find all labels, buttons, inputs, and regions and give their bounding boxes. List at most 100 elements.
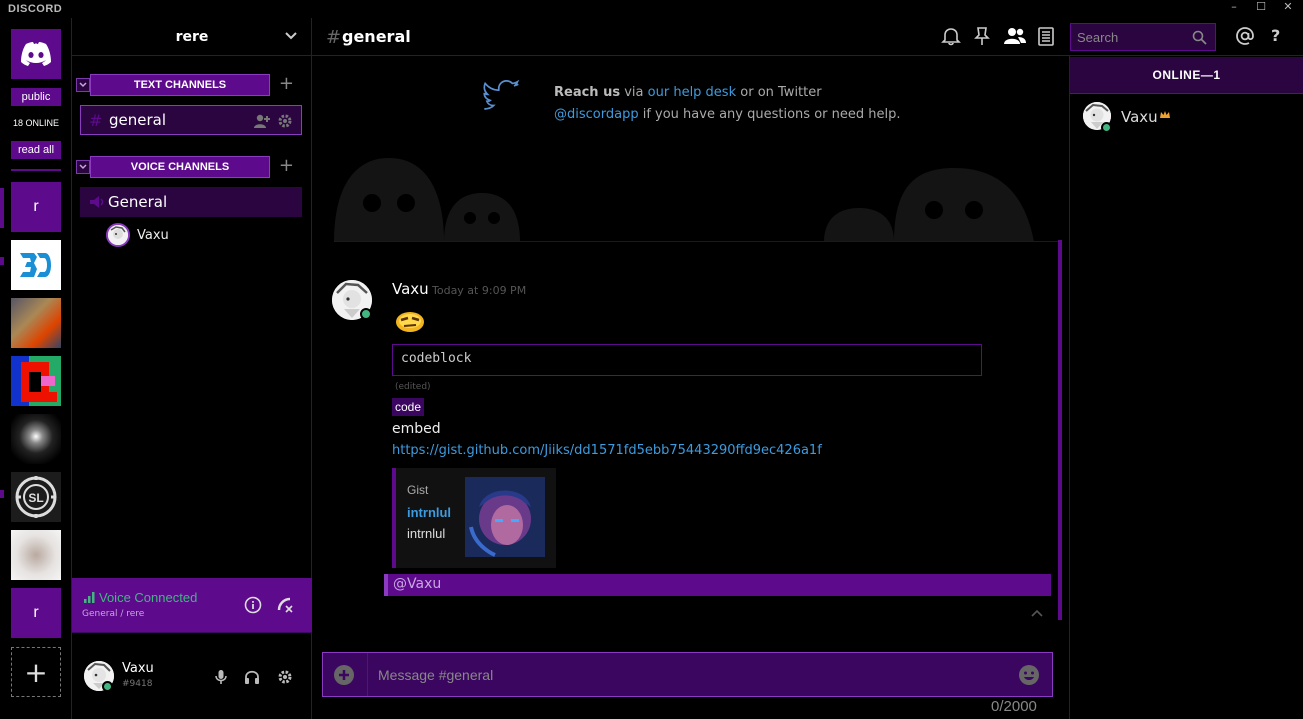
gear-icon[interactable] — [277, 113, 293, 129]
mascot-illustration — [334, 158, 1034, 242]
server-avatar-3[interactable] — [11, 356, 61, 406]
discord-logo-icon — [21, 42, 51, 66]
members-icon[interactable] — [1003, 26, 1027, 46]
member-list: ONLINE—1 Vaxu — [1069, 56, 1303, 719]
collapse-icon[interactable] — [76, 160, 90, 174]
add-server-button[interactable]: + — [11, 647, 61, 697]
composer-divider — [367, 653, 368, 696]
guild-name: rere — [175, 28, 209, 45]
twitter-handle-link[interactable]: @discordapp — [554, 107, 639, 122]
message-author[interactable]: Vaxu — [392, 280, 429, 298]
minimize-button[interactable]: – — [1224, 0, 1244, 14]
server-r-2[interactable]: r — [11, 588, 61, 638]
help-desk-link[interactable]: our help desk — [648, 85, 736, 100]
online-count: 18 ONLINE — [12, 118, 60, 128]
server-selected-marker — [0, 188, 4, 228]
edited-marker: (edited) — [395, 382, 431, 392]
emoji-picker-icon[interactable] — [1018, 664, 1040, 686]
welcome-tail-text: if you have any questions or need help. — [642, 107, 901, 122]
app-brand: DISCORD — [8, 3, 63, 15]
twitter-icon — [483, 80, 520, 110]
voice-user[interactable]: Vaxu — [106, 223, 169, 247]
member-name: Vaxu — [1121, 108, 1158, 126]
collapse-icon[interactable] — [76, 78, 90, 92]
guild-header[interactable]: rere — [72, 18, 312, 56]
chat-area: # general ? Reach us via our help desk o… — [312, 18, 1303, 719]
online-status-icon — [102, 681, 113, 692]
close-button[interactable]: ✕ — [1278, 0, 1298, 14]
crown-icon — [1160, 111, 1170, 118]
character-counter: 0/2000 — [991, 698, 1037, 715]
username: Vaxu — [122, 661, 154, 676]
reach-us-text: Reach us — [554, 85, 621, 100]
message-composer — [322, 652, 1053, 697]
member-group-header: ONLINE—1 — [1070, 57, 1303, 94]
embed-provider: Gist — [407, 483, 429, 497]
read-all-button[interactable]: read all — [11, 141, 61, 159]
headphones-icon[interactable] — [244, 669, 260, 685]
channel-sidebar: rere TEXT CHANNELS + # general VOICE CHA… — [72, 18, 312, 719]
hash-icon: # — [326, 27, 342, 48]
voice-status: Voice Connected — [99, 590, 198, 605]
embed-thumbnail[interactable] — [465, 477, 545, 557]
3d-logo-icon — [20, 253, 51, 277]
via-text: via — [624, 85, 644, 100]
member-item[interactable]: Vaxu — [1083, 102, 1293, 134]
svg-text:SL: SL — [28, 491, 43, 505]
link-embed: Gist intrnlul intrnlul — [392, 468, 556, 568]
maximize-button[interactable]: ☐ — [1251, 0, 1271, 14]
home-button[interactable] — [11, 29, 61, 79]
add-channel-icon[interactable]: + — [279, 73, 294, 94]
custom-emoji-icon — [396, 312, 424, 332]
server-r[interactable]: r — [11, 182, 61, 232]
voice-connected-panel: Voice Connected General / rere — [72, 578, 312, 632]
disconnect-icon[interactable] — [276, 596, 294, 614]
pixel-art-icon — [11, 356, 61, 406]
message-input[interactable] — [378, 663, 978, 687]
category-label: TEXT CHANNELS — [90, 74, 270, 96]
message-timestamp: Today at 9:09 PM — [432, 284, 527, 297]
user-panel: Vaxu #9418 — [72, 632, 312, 719]
code-block: codeblock — [392, 344, 982, 376]
voice-channel-general[interactable]: General — [80, 187, 302, 217]
server-sl[interactable]: SL — [11, 472, 61, 522]
server-3d[interactable] — [11, 240, 61, 290]
voice-location: General / rere — [82, 609, 145, 619]
category-text-channels[interactable]: TEXT CHANNELS + — [76, 73, 300, 96]
search-input[interactable] — [1071, 24, 1191, 50]
channel-general[interactable]: # general — [80, 105, 302, 135]
scrollbar[interactable] — [1058, 240, 1062, 620]
server-avatar-2[interactable] — [11, 298, 61, 348]
user-tag: #9418 — [122, 679, 153, 689]
message-link[interactable]: https://gist.github.com/Jiiks/dd1571fd5e… — [392, 443, 822, 458]
microphone-icon[interactable] — [214, 669, 228, 685]
voice-channel-name: General — [108, 193, 168, 211]
scp-sl-logo-icon: SL — [15, 476, 57, 518]
notes-icon[interactable] — [1037, 26, 1055, 46]
server-unread-marker — [0, 257, 4, 265]
signal-icon — [84, 592, 95, 603]
upload-plus-icon[interactable] — [333, 664, 355, 686]
embed-description: intrnlul — [407, 526, 446, 541]
embed-title[interactable]: intrnlul — [407, 505, 451, 520]
server-avatar-6[interactable] — [11, 530, 61, 580]
help-icon[interactable]: ? — [1271, 26, 1280, 45]
search-box[interactable] — [1070, 23, 1216, 51]
public-badge[interactable]: public — [11, 88, 61, 106]
bell-icon[interactable] — [941, 26, 961, 46]
settings-gear-icon[interactable] — [277, 669, 293, 685]
category-label: VOICE CHANNELS — [90, 156, 270, 178]
mentions-icon[interactable] — [1235, 26, 1255, 46]
pin-icon[interactable] — [973, 26, 991, 46]
server-avatar-4[interactable] — [11, 414, 61, 464]
mention-highlight[interactable]: @Vaxu — [384, 574, 1051, 596]
welcome-line-2: @discordapp if you have any questions or… — [554, 107, 900, 122]
message-text: embed — [392, 421, 441, 437]
server-list: public 18 ONLINE read all r SL r + — [0, 18, 72, 719]
category-voice-channels[interactable]: VOICE CHANNELS + — [76, 155, 300, 178]
inline-code: code — [392, 398, 425, 416]
info-icon[interactable] — [244, 596, 262, 614]
add-channel-icon[interactable]: + — [279, 155, 294, 176]
invite-icon[interactable] — [253, 113, 271, 129]
chevron-up-icon[interactable] — [1030, 608, 1044, 618]
